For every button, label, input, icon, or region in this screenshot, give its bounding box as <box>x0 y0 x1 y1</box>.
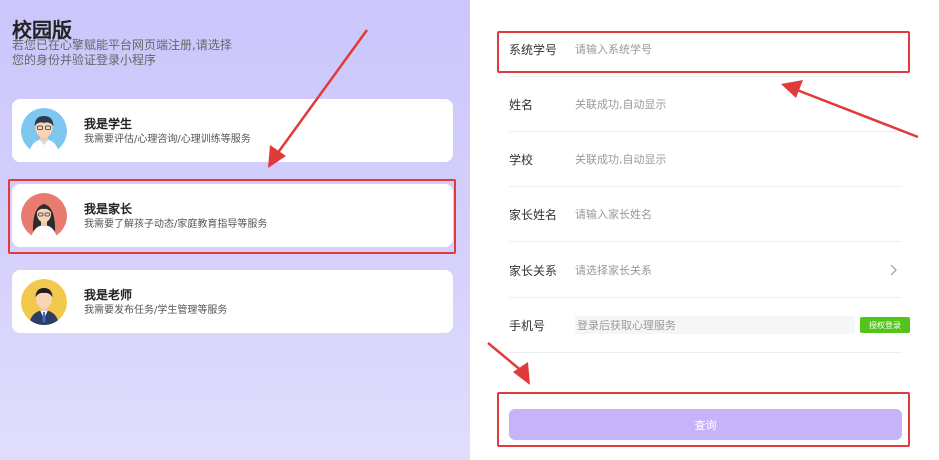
student-avatar <box>21 107 67 154</box>
authorize-login-button[interactable]: 授权登录 <box>860 317 910 333</box>
student-id-input[interactable] <box>575 42 902 56</box>
role-desc: 我需要了解孩子动态/家庭教育指导等服务 <box>84 218 268 230</box>
parent-relation-select[interactable]: 请选择家长关系 <box>575 262 888 278</box>
field-label: 学校 <box>509 152 534 167</box>
form-row-phone: 手机号 授权登录 <box>509 298 910 353</box>
phone-input-box <box>575 316 855 334</box>
verification-form: 系统学号 姓名 关联成功,自动显示 学校 关联成功,自动显示 家长姓名 家长关系… <box>492 0 939 460</box>
school-display: 关联成功,自动显示 <box>575 153 667 166</box>
teacher-avatar <box>21 278 67 325</box>
role-card-student[interactable]: 我是学生 我需要评估/心理咨询/心理训练等服务 <box>12 99 453 162</box>
form-row-school: 学校 关联成功,自动显示 <box>509 132 902 187</box>
form-row-parent-relation[interactable]: 家长关系 请选择家长关系 <box>509 243 902 298</box>
role-card-teacher[interactable]: 我是老师 我需要发布任务/学生管理等服务 <box>12 270 453 333</box>
field-label: 系统学号 <box>509 42 558 57</box>
role-name: 我是学生 <box>84 116 133 131</box>
role-desc: 我需要发布任务/学生管理等服务 <box>84 304 228 316</box>
field-label: 家长关系 <box>509 263 558 278</box>
chevron-right-icon <box>890 264 897 276</box>
phone-input[interactable] <box>577 318 855 332</box>
role-name: 我是老师 <box>84 287 133 302</box>
role-card-parent[interactable]: 我是家长 我需要了解孩子动态/家庭教育指导等服务 <box>12 184 453 247</box>
form-row-parent-name: 家长姓名 <box>509 187 902 242</box>
role-select-panel: 校园版 若您已在心擎赋能平台网页端注册,请选择您的身份并验证登录小程序 我是学生… <box>0 0 470 460</box>
field-label: 家长姓名 <box>509 207 558 222</box>
role-name: 我是家长 <box>84 201 133 216</box>
name-display: 关联成功,自动显示 <box>575 98 667 111</box>
form-row-student-id: 系统学号 <box>509 22 902 77</box>
page-subtitle: 若您已在心擎赋能平台网页端注册,请选择您的身份并验证登录小程序 <box>12 38 232 67</box>
field-label: 姓名 <box>509 97 534 112</box>
form-row-name: 姓名 关联成功,自动显示 <box>509 77 902 132</box>
role-desc: 我需要评估/心理咨询/心理训练等服务 <box>84 133 251 145</box>
parent-name-input[interactable] <box>575 207 902 221</box>
parent-avatar <box>21 192 67 239</box>
query-button[interactable]: 查询 <box>509 409 902 440</box>
field-label: 手机号 <box>509 318 546 333</box>
